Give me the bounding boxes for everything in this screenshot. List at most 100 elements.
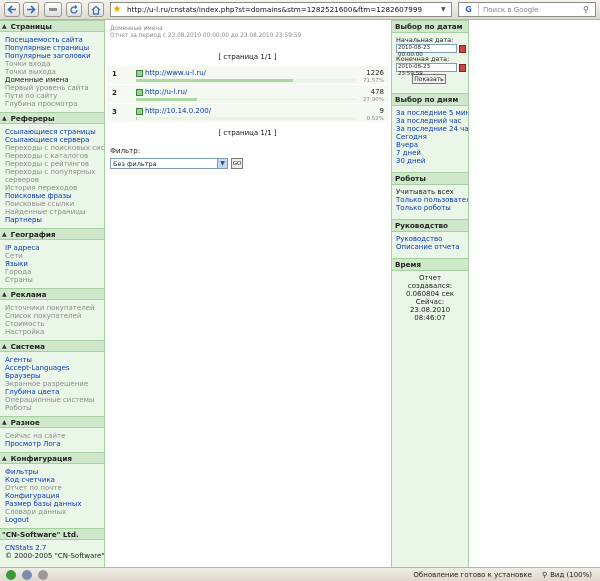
domain-text[interactable]: http://www.u-l.ru/ bbox=[145, 69, 206, 77]
sidebar-section-list: Источники покупателей Список покупателей С… bbox=[0, 300, 104, 340]
day-range-link[interactable]: Вчера bbox=[396, 141, 468, 149]
domain-link[interactable]: http://10.14.0.200/ bbox=[136, 107, 211, 115]
sidebar-section-list: Сейчас на сайте Просмотр Лога bbox=[0, 428, 104, 452]
sidebar-item: Переходы с популярных bbox=[5, 168, 96, 176]
version-link[interactable]: CNStats 2.7 bbox=[5, 544, 104, 552]
share-bar bbox=[136, 117, 137, 120]
day-range-link[interactable]: За последние 5 минут bbox=[396, 109, 468, 117]
settings-icon[interactable] bbox=[38, 569, 48, 580]
collapse-triangle-icon[interactable]: ▲ bbox=[2, 291, 7, 298]
sidebar-item[interactable]: Поисковые фразы bbox=[5, 192, 104, 200]
sidebar-item[interactable]: Языки bbox=[5, 260, 104, 268]
sidebar-item: Найденные страницы bbox=[5, 208, 86, 216]
update-icon[interactable] bbox=[6, 569, 16, 580]
share-bar-track bbox=[136, 117, 356, 120]
day-range-link[interactable]: За последний час bbox=[396, 117, 468, 125]
search-box[interactable]: G Поиск в Google ⚲ bbox=[458, 2, 596, 17]
address-url[interactable]: http://u-l.ru/cnstats/index.php?st=domai… bbox=[123, 5, 422, 14]
robots-filter-link[interactable]: Только роботы bbox=[396, 204, 468, 212]
sidebar-item: Сети bbox=[5, 252, 23, 260]
sidebar-section-header[interactable]: ▲ Рефереры bbox=[0, 112, 104, 124]
back-button[interactable] bbox=[4, 2, 20, 17]
end-date-field: 2010-08-23 23:59:59 bbox=[396, 63, 468, 77]
domain-text[interactable]: http://u-l.ru/ bbox=[145, 88, 187, 96]
go-button[interactable]: GO bbox=[231, 158, 243, 169]
table-row: 2 http://u-l.ru/478 27.90% bbox=[108, 85, 388, 104]
sidebar-section-header[interactable]: ▲ География bbox=[0, 228, 104, 240]
sidebar-item[interactable]: Конфигурация bbox=[5, 492, 104, 500]
pager-top: [ страница 1/1 ] bbox=[218, 53, 277, 61]
calendar-icon[interactable] bbox=[459, 44, 466, 53]
guide-header: Руководство bbox=[392, 219, 468, 232]
sidebar-item[interactable]: Просмотр Лога bbox=[5, 440, 104, 448]
filter-select[interactable]: Без фильтра ▼ bbox=[110, 158, 228, 169]
domain-link[interactable]: http://www.u-l.ru/ bbox=[136, 69, 206, 77]
sidebar-item[interactable]: Посещаемость сайта bbox=[5, 36, 104, 44]
sidebar-section-header[interactable]: ▲ Реклама bbox=[0, 288, 104, 300]
sidebar-item[interactable]: Logout bbox=[5, 516, 104, 524]
home-button[interactable] bbox=[88, 2, 104, 17]
search-icon[interactable]: ⚲ bbox=[583, 5, 595, 14]
sidebar-item[interactable]: Размер базы данных bbox=[5, 500, 104, 508]
sidebar-item: Экранное разрешение bbox=[5, 380, 89, 388]
collapse-triangle-icon[interactable]: ▲ bbox=[2, 115, 7, 122]
stop-button[interactable] bbox=[44, 2, 62, 17]
day-range-link[interactable]: Сегодня bbox=[396, 133, 468, 141]
guide-link[interactable]: Описание отчета bbox=[396, 243, 468, 251]
sidebar-section-header[interactable]: ▲ Страницы bbox=[0, 20, 104, 32]
sidebar-item[interactable]: Код счетчика bbox=[5, 476, 104, 484]
reload-button[interactable] bbox=[66, 2, 82, 17]
sidebar-item[interactable]: Accept-Languages bbox=[5, 364, 104, 372]
sidebar-item[interactable]: Ссылающиеся страницы bbox=[5, 128, 104, 136]
start-date-input[interactable]: 2010-08-23 00:00:00 bbox=[396, 44, 457, 58]
collapse-triangle-icon[interactable]: ▲ bbox=[2, 419, 7, 426]
guide-link[interactable]: Руководство bbox=[396, 235, 468, 243]
search-input[interactable]: Поиск в Google bbox=[479, 6, 583, 14]
domain-link[interactable]: http://u-l.ru/ bbox=[136, 88, 187, 96]
sidebar-section-list: Агенты Accept-Languages Браузеры Экранное р… bbox=[0, 352, 104, 416]
calendar-icon[interactable] bbox=[459, 63, 466, 72]
day-range-link[interactable]: 7 дней bbox=[396, 149, 468, 157]
main-content: Доменные имена Отчет за период с 23.08.2… bbox=[105, 20, 390, 567]
sidebar-item[interactable]: Глубина цвета bbox=[5, 388, 104, 396]
chevron-down-icon[interactable]: ▼ bbox=[217, 159, 227, 168]
day-range-link[interactable]: 30 дней bbox=[396, 157, 468, 165]
copyright-text: © 2000-2005 "CN-Software" Ltd. bbox=[5, 552, 105, 560]
robots-body: Учитывать всех Только пользователи Только… bbox=[392, 185, 468, 216]
sidebar-item[interactable]: Партнеры bbox=[5, 216, 104, 224]
sidebar-item[interactable]: Ссылающиеся сервера bbox=[5, 136, 104, 144]
bookmark-star-icon[interactable]: ★ bbox=[111, 4, 123, 15]
sidebar-section-list: Фильтры Код счетчика Отчет по почте Конфигу… bbox=[0, 464, 104, 528]
collapse-triangle-icon[interactable]: ▲ bbox=[2, 231, 7, 238]
domain-text[interactable]: http://10.14.0.200/ bbox=[145, 107, 211, 115]
sidebar-item[interactable]: Агенты bbox=[5, 356, 104, 364]
visit-percent: 27.90% bbox=[363, 97, 384, 103]
table-row: 3 http://10.14.0.200/9 0.52% bbox=[108, 104, 388, 123]
sidebar-item[interactable]: IP адреса bbox=[5, 244, 104, 252]
collapse-triangle-icon[interactable]: ▲ bbox=[2, 343, 7, 350]
day-range-link[interactable]: За последние 24 часа bbox=[396, 125, 468, 133]
sidebar-section-header[interactable]: ▲ Система bbox=[0, 340, 104, 352]
zoom-level: Вид (100%) bbox=[550, 570, 592, 579]
sidebar-item: Точки выхода bbox=[5, 68, 56, 76]
sidebar-item[interactable]: Браузеры bbox=[5, 372, 104, 380]
collapse-triangle-icon[interactable]: ▲ bbox=[2, 23, 7, 30]
show-button[interactable]: Показать bbox=[412, 74, 446, 84]
sidebar-section-header[interactable]: ▲ Конфигурация bbox=[0, 452, 104, 464]
share-bar bbox=[136, 98, 197, 101]
search-engine-icon[interactable]: G bbox=[459, 3, 479, 16]
robots-all-option[interactable]: Учитывать всех bbox=[396, 188, 468, 196]
sidebar-item[interactable]: Популярные заголовки bbox=[5, 52, 104, 60]
collapse-triangle-icon[interactable]: ▲ bbox=[2, 455, 7, 462]
forward-button[interactable] bbox=[23, 2, 39, 17]
history-dropdown-icon[interactable]: ▼ bbox=[441, 6, 451, 13]
zoom-control[interactable]: ⚲ Вид (100%) bbox=[542, 571, 592, 579]
robots-filter-link[interactable]: Только пользователи bbox=[396, 196, 468, 204]
sidebar-item[interactable]: Популярные страницы bbox=[5, 44, 104, 52]
address-bar[interactable]: ★ http://u-l.ru/cnstats/index.php?st=dom… bbox=[110, 2, 452, 17]
end-date-input[interactable]: 2010-08-23 23:59:59 bbox=[396, 63, 457, 77]
filter-select-value: Без фильтра bbox=[113, 159, 157, 168]
sidebar-section-header[interactable]: ▲ Разное bbox=[0, 416, 104, 428]
addon-icon[interactable] bbox=[22, 569, 32, 580]
sidebar-item[interactable]: Фильтры bbox=[5, 468, 104, 476]
